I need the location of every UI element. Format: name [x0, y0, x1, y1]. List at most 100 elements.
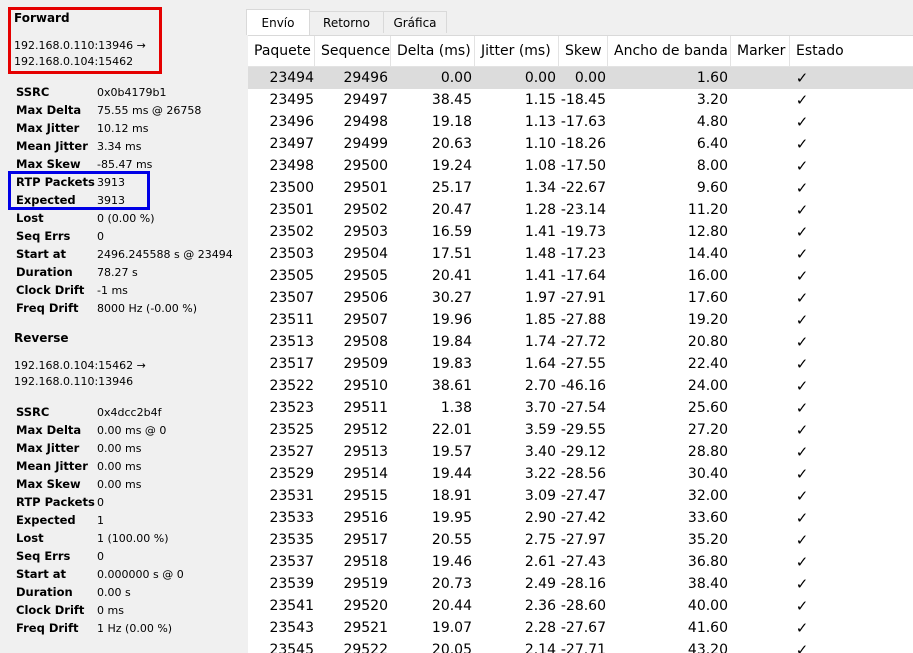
table-row[interactable]: 23501 29502 20.47 1.28 -23.14 11.20 ✓ — [248, 199, 913, 221]
status-check-icon: ✓ — [795, 223, 809, 241]
stat-label: Max Jitter — [16, 441, 80, 455]
table-row[interactable]: 23541 29520 20.44 2.36 -28.60 40.00 ✓ — [248, 595, 913, 617]
stat-value: 0 — [97, 230, 104, 243]
packet-view: Envío Retorno Gráfica Paquete Sequence Delta… — [246, 0, 913, 653]
forward-address-highlight — [8, 7, 162, 74]
cell-sequence: 29508 — [343, 334, 388, 350]
table-row[interactable]: 23537 29518 19.46 2.61 -27.43 36.80 ✓ — [248, 551, 913, 573]
tab-retorno[interactable]: Retorno — [309, 11, 384, 33]
column-header-marker[interactable]: Marker — [731, 36, 790, 66]
stat-label: SSRC — [16, 405, 50, 419]
stat-value: -1 ms — [97, 284, 128, 297]
reverse-stat-row: Max Delta 0.00 ms @ 0 — [16, 421, 184, 439]
column-header-estado[interactable]: Estado — [790, 36, 913, 66]
stat-label: Max Skew — [16, 477, 81, 491]
table-row[interactable]: 23522 29510 38.61 2.70 -46.16 24.00 ✓ — [248, 375, 913, 397]
cell-skew: -27.43 — [560, 554, 606, 570]
stat-value: 8000 Hz (-0.00 %) — [97, 302, 198, 315]
cell-delta: 19.44 — [431, 466, 472, 482]
cell-skew: -17.64 — [560, 268, 606, 284]
status-check-icon: ✓ — [795, 91, 809, 109]
cell-sequence: 29513 — [343, 444, 388, 460]
reverse-stat-row: RTP Packets 0 — [16, 493, 184, 511]
table-row[interactable]: 23535 29517 20.55 2.75 -27.97 35.20 ✓ — [248, 529, 913, 551]
table-row[interactable]: 23507 29506 30.27 1.97 -27.91 17.60 ✓ — [248, 287, 913, 309]
status-check-icon: ✓ — [795, 179, 809, 197]
tab-envio[interactable]: Envío — [246, 9, 310, 35]
table-row[interactable]: 23503 29504 17.51 1.48 -17.23 14.40 ✓ — [248, 243, 913, 265]
packet-table[interactable]: Paquete Sequence Delta (ms) Jitter (ms) Skew… — [248, 35, 913, 653]
table-row[interactable]: 23517 29509 19.83 1.64 -27.55 22.40 ✓ — [248, 353, 913, 375]
status-check-icon: ✓ — [795, 289, 809, 307]
cell-ancho-de-banda: 8.00 — [696, 158, 728, 174]
stat-value: 0 ms — [97, 604, 124, 617]
column-header-ancho-de-banda[interactable]: Ancho de banda — [608, 36, 731, 66]
cell-jitter: 1.13 — [524, 114, 556, 130]
status-check-icon: ✓ — [795, 69, 809, 87]
column-header-jitter[interactable]: Jitter (ms) — [475, 36, 559, 66]
reverse-stat-row: Mean Jitter 0.00 ms — [16, 457, 184, 475]
cell-paquete: 23529 — [269, 466, 314, 482]
table-row[interactable]: 23529 29514 19.44 3.22 -28.56 30.40 ✓ — [248, 463, 913, 485]
cell-paquete: 23496 — [269, 114, 314, 130]
cell-ancho-de-banda: 40.00 — [687, 598, 728, 614]
table-row[interactable]: 23543 29521 19.07 2.28 -27.67 41.60 ✓ — [248, 617, 913, 639]
cell-jitter: 1.41 — [524, 224, 556, 240]
table-row[interactable]: 23545 29522 20.05 2.14 -27.71 43.20 ✓ — [248, 639, 913, 653]
table-row[interactable]: 23494 29496 0.00 0.00 0.00 1.60 ✓ — [248, 67, 913, 89]
cell-paquete: 23501 — [269, 202, 314, 218]
status-check-icon: ✓ — [795, 399, 809, 417]
reverse-stat-row: SSRC 0x4dcc2b4f — [16, 403, 184, 421]
forward-stat-row: Duration 78.27 s — [16, 263, 233, 281]
table-row[interactable]: 23497 29499 20.63 1.10 -18.26 6.40 ✓ — [248, 133, 913, 155]
cell-skew: -28.16 — [560, 576, 606, 592]
cell-jitter: 1.28 — [524, 202, 556, 218]
stat-label: Freq Drift — [16, 301, 79, 315]
cell-paquete: 23543 — [269, 620, 314, 636]
forward-stat-row: Max Delta 75.55 ms @ 26758 — [16, 101, 233, 119]
table-row[interactable]: 23502 29503 16.59 1.41 -19.73 12.80 ✓ — [248, 221, 913, 243]
table-row[interactable]: 23495 29497 38.45 1.15 -18.45 3.20 ✓ — [248, 89, 913, 111]
forward-stat-row: Mean Jitter 3.34 ms — [16, 137, 233, 155]
cell-ancho-de-banda: 33.60 — [687, 510, 728, 526]
cell-ancho-de-banda: 38.40 — [687, 576, 728, 592]
table-row[interactable]: 23496 29498 19.18 1.13 -17.63 4.80 ✓ — [248, 111, 913, 133]
table-row[interactable]: 23527 29513 19.57 3.40 -29.12 28.80 ✓ — [248, 441, 913, 463]
cell-skew: -23.14 — [560, 202, 606, 218]
cell-jitter: 3.22 — [524, 466, 556, 482]
status-check-icon: ✓ — [795, 157, 809, 175]
column-header-paquete[interactable]: Paquete — [248, 36, 315, 66]
cell-skew: -27.54 — [560, 400, 606, 416]
cell-jitter: 1.74 — [524, 334, 556, 350]
tab-grafica[interactable]: Gráfica — [383, 11, 447, 33]
cell-delta: 19.83 — [431, 356, 472, 372]
table-row[interactable]: 23525 29512 22.01 3.59 -29.55 27.20 ✓ — [248, 419, 913, 441]
cell-ancho-de-banda: 16.00 — [687, 268, 728, 284]
stat-label: Max Delta — [16, 423, 82, 437]
status-check-icon: ✓ — [795, 201, 809, 219]
table-row[interactable]: 23500 29501 25.17 1.34 -22.67 9.60 ✓ — [248, 177, 913, 199]
table-row[interactable]: 23531 29515 18.91 3.09 -27.47 32.00 ✓ — [248, 485, 913, 507]
cell-delta: 19.24 — [431, 158, 472, 174]
cell-paquete: 23495 — [269, 92, 314, 108]
table-row[interactable]: 23523 29511 1.38 3.70 -27.54 25.60 ✓ — [248, 397, 913, 419]
column-header-delta[interactable]: Delta (ms) — [391, 36, 475, 66]
table-row[interactable]: 23511 29507 19.96 1.85 -27.88 19.20 ✓ — [248, 309, 913, 331]
status-check-icon: ✓ — [795, 355, 809, 373]
cell-sequence: 29514 — [343, 466, 388, 482]
table-row[interactable]: 23533 29516 19.95 2.90 -27.42 33.60 ✓ — [248, 507, 913, 529]
cell-delta: 19.18 — [431, 114, 472, 130]
stat-value: 1 — [97, 514, 104, 527]
table-row[interactable]: 23498 29500 19.24 1.08 -17.50 8.00 ✓ — [248, 155, 913, 177]
table-row[interactable]: 23513 29508 19.84 1.74 -27.72 20.80 ✓ — [248, 331, 913, 353]
stat-value: 0x4dcc2b4f — [97, 406, 162, 419]
column-header-skew[interactable]: Skew — [559, 36, 608, 66]
column-header-sequence[interactable]: Sequence — [315, 36, 391, 66]
cell-sequence: 29517 — [343, 532, 388, 548]
status-check-icon: ✓ — [795, 245, 809, 263]
cell-paquete: 23507 — [269, 290, 314, 306]
table-row[interactable]: 23505 29505 20.41 1.41 -17.64 16.00 ✓ — [248, 265, 913, 287]
cell-jitter: 1.64 — [524, 356, 556, 372]
table-row[interactable]: 23539 29519 20.73 2.49 -28.16 38.40 ✓ — [248, 573, 913, 595]
cell-delta: 38.45 — [431, 92, 472, 108]
